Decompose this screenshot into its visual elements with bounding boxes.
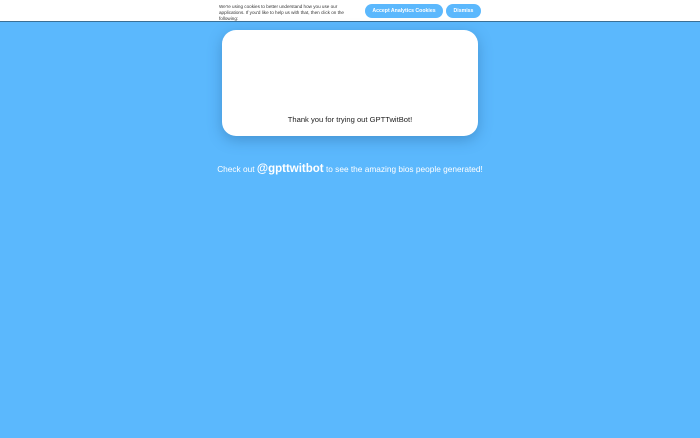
- thank-you-message: Thank you for trying out GPTTwitBot!: [287, 115, 413, 124]
- accept-analytics-cookies-button[interactable]: Accept Analytics Cookies: [365, 4, 443, 18]
- promo-suffix: to see the amazing bios people generated…: [325, 164, 483, 174]
- promo-line: Check out @gpttwitbot to see the amazing…: [0, 163, 700, 175]
- cookie-banner-message: We're using cookies to better understand…: [219, 4, 344, 22]
- twitter-handle-link[interactable]: @gpttwitbot: [257, 163, 324, 175]
- cookie-banner: We're using cookies to better understand…: [0, 0, 700, 22]
- promo-prefix: Check out: [217, 164, 255, 174]
- dismiss-button[interactable]: Dismiss: [446, 4, 481, 18]
